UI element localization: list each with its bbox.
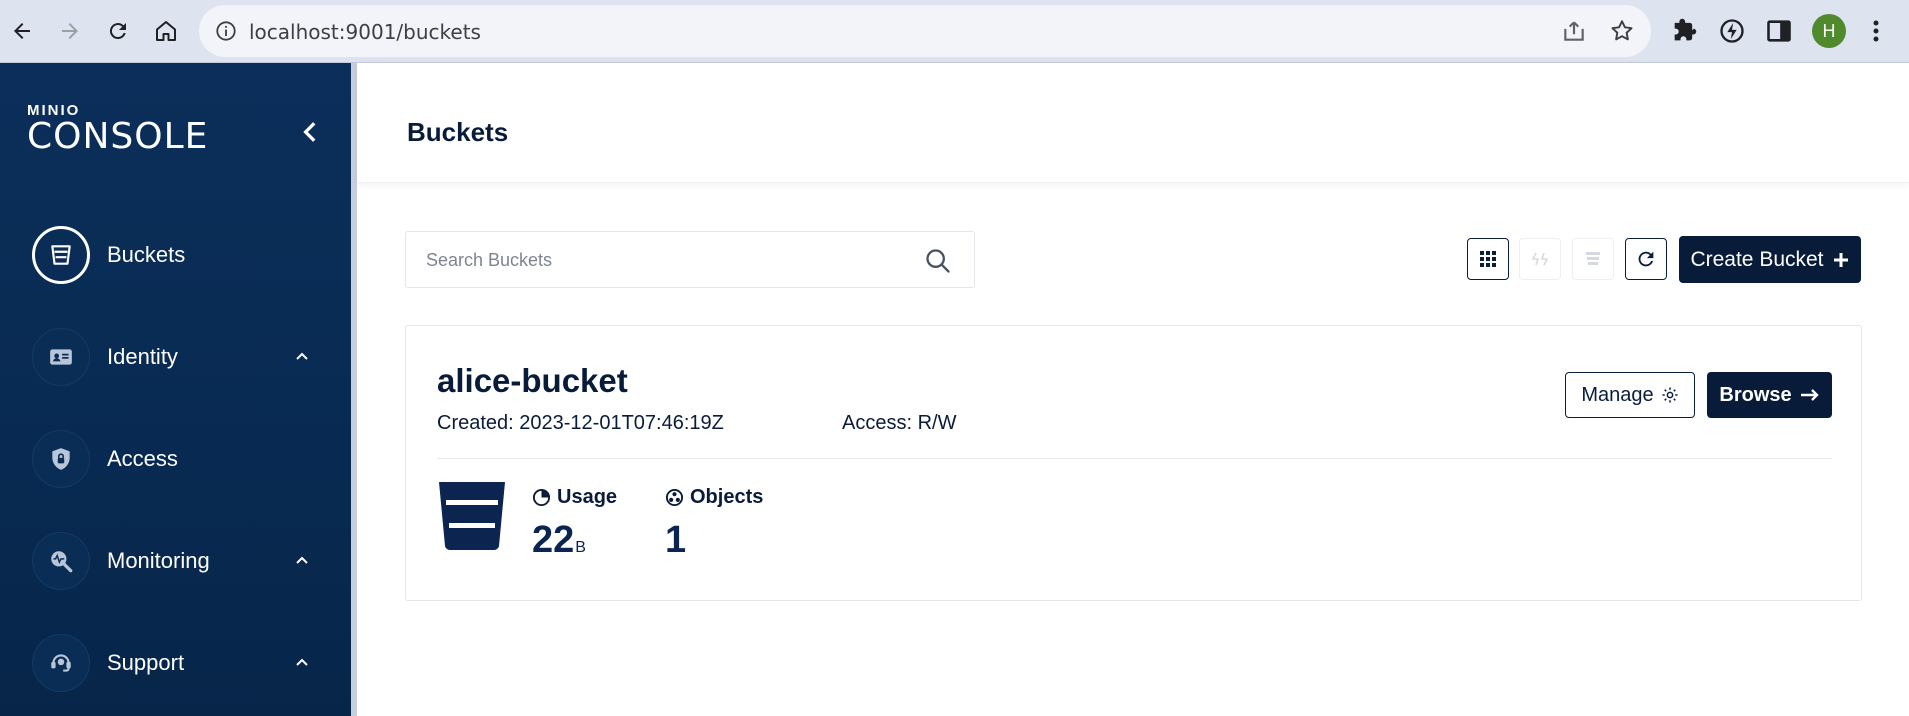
side-panel-icon[interactable] (1765, 17, 1793, 45)
sidebar-item-support[interactable]: Support (32, 633, 332, 693)
sidebar-item-label: Access (107, 446, 178, 471)
grid-icon (1480, 251, 1496, 267)
lifecycle-button[interactable] (1572, 238, 1614, 280)
sidebar-item-monitoring[interactable]: Monitoring (32, 531, 332, 591)
sidebar-item-identity[interactable]: Identity (32, 327, 332, 387)
shield-lock-icon (32, 430, 90, 488)
bucket-card[interactable]: alice-bucket Created: 2023-12-01T07:46:1… (405, 325, 1862, 601)
sidebar-item-label: Identity (107, 344, 178, 369)
bucket-name[interactable]: alice-bucket (437, 362, 628, 400)
usage-value: 22 (532, 519, 575, 561)
more-menu-icon[interactable] (1866, 17, 1886, 45)
monitoring-search-icon (32, 532, 90, 590)
arrow-left-icon (14, 23, 30, 39)
page-title: Buckets (407, 117, 509, 147)
chevron-up-icon[interactable] (292, 347, 312, 367)
usage-unit: B (575, 539, 586, 556)
star-icon[interactable] (1609, 18, 1635, 44)
back-button[interactable] (4, 13, 40, 49)
address-bar[interactable]: localhost:9001/buckets (199, 5, 1651, 57)
sidebar-item-label: Support (107, 650, 185, 675)
forward-button[interactable] (52, 13, 88, 49)
reload-button[interactable] (100, 13, 136, 49)
card-divider (437, 458, 1832, 459)
bucket-access: Access: R/W (842, 412, 957, 434)
usage-label-row: Usage (532, 486, 617, 509)
profile-avatar[interactable]: H (1812, 14, 1846, 48)
arrow-right-icon (62, 23, 78, 39)
search-input[interactable] (426, 246, 886, 274)
browser-toolbar: localhost:9001/buckets H (0, 0, 1909, 63)
objects-stat: Objects 1 (665, 486, 763, 562)
support-headset-icon (32, 634, 90, 692)
arrow-right-icon (1800, 389, 1819, 401)
usage-value-row: 22B (532, 519, 617, 562)
reload-icon (109, 23, 126, 40)
pie-chart-icon (532, 488, 551, 507)
manage-button[interactable]: Manage (1565, 372, 1695, 418)
search-icon[interactable] (924, 247, 952, 275)
objects-label: Objects (690, 486, 764, 508)
logo-bottom: CONSOLE (27, 116, 209, 157)
id-card-icon (32, 328, 90, 386)
create-bucket-label: Create Bucket (1690, 247, 1824, 271)
plus-icon (1833, 252, 1848, 267)
browse-label: Browse (1719, 383, 1792, 406)
sidebar-item-buckets[interactable]: Buckets (32, 225, 332, 285)
gear-icon (1662, 387, 1678, 403)
replication-icon (1531, 252, 1549, 266)
create-bucket-button[interactable]: Create Bucket (1679, 236, 1861, 283)
sidebar-item-access[interactable]: Access (32, 429, 332, 489)
search-bar[interactable] (405, 231, 975, 288)
extensions-icon[interactable] (1670, 17, 1698, 45)
usage-label: Usage (557, 486, 618, 508)
bucket-created: Created: 2023-12-01T07:46:19Z (437, 412, 724, 434)
sidebar-item-label: Monitoring (107, 548, 210, 573)
manage-label: Manage (1581, 383, 1654, 406)
usage-stat: Usage 22B (532, 486, 617, 562)
page-header: Buckets (357, 63, 1909, 183)
refresh-button[interactable] (1625, 238, 1667, 280)
replication-button[interactable] (1519, 238, 1561, 280)
bucket-icon (439, 482, 505, 551)
objects-value: 1 (665, 519, 687, 561)
share-icon[interactable] (1561, 18, 1587, 44)
sidebar-item-label: Buckets (107, 242, 186, 267)
objects-icon (665, 488, 684, 507)
home-icon (156, 21, 176, 41)
info-icon[interactable] (215, 20, 237, 42)
grid-view-button[interactable] (1467, 238, 1509, 280)
chevron-up-icon[interactable] (292, 653, 312, 673)
minio-console-logo[interactable]: MINIO CONSOLE (27, 103, 208, 155)
home-button[interactable] (148, 13, 184, 49)
browse-button[interactable]: Browse (1707, 372, 1832, 418)
bucket-stack-icon (1586, 252, 1600, 265)
objects-label-row: Objects (665, 486, 763, 509)
chevron-up-icon[interactable] (292, 551, 312, 571)
buckets-icon (32, 226, 90, 284)
collapse-sidebar-icon[interactable] (298, 119, 324, 145)
url-text[interactable]: localhost:9001/buckets (249, 20, 481, 44)
speed-extension-icon[interactable] (1718, 17, 1746, 45)
refresh-icon (1638, 251, 1654, 267)
sidebar: MINIO CONSOLE Buckets Identity Access Mo… (0, 63, 351, 716)
